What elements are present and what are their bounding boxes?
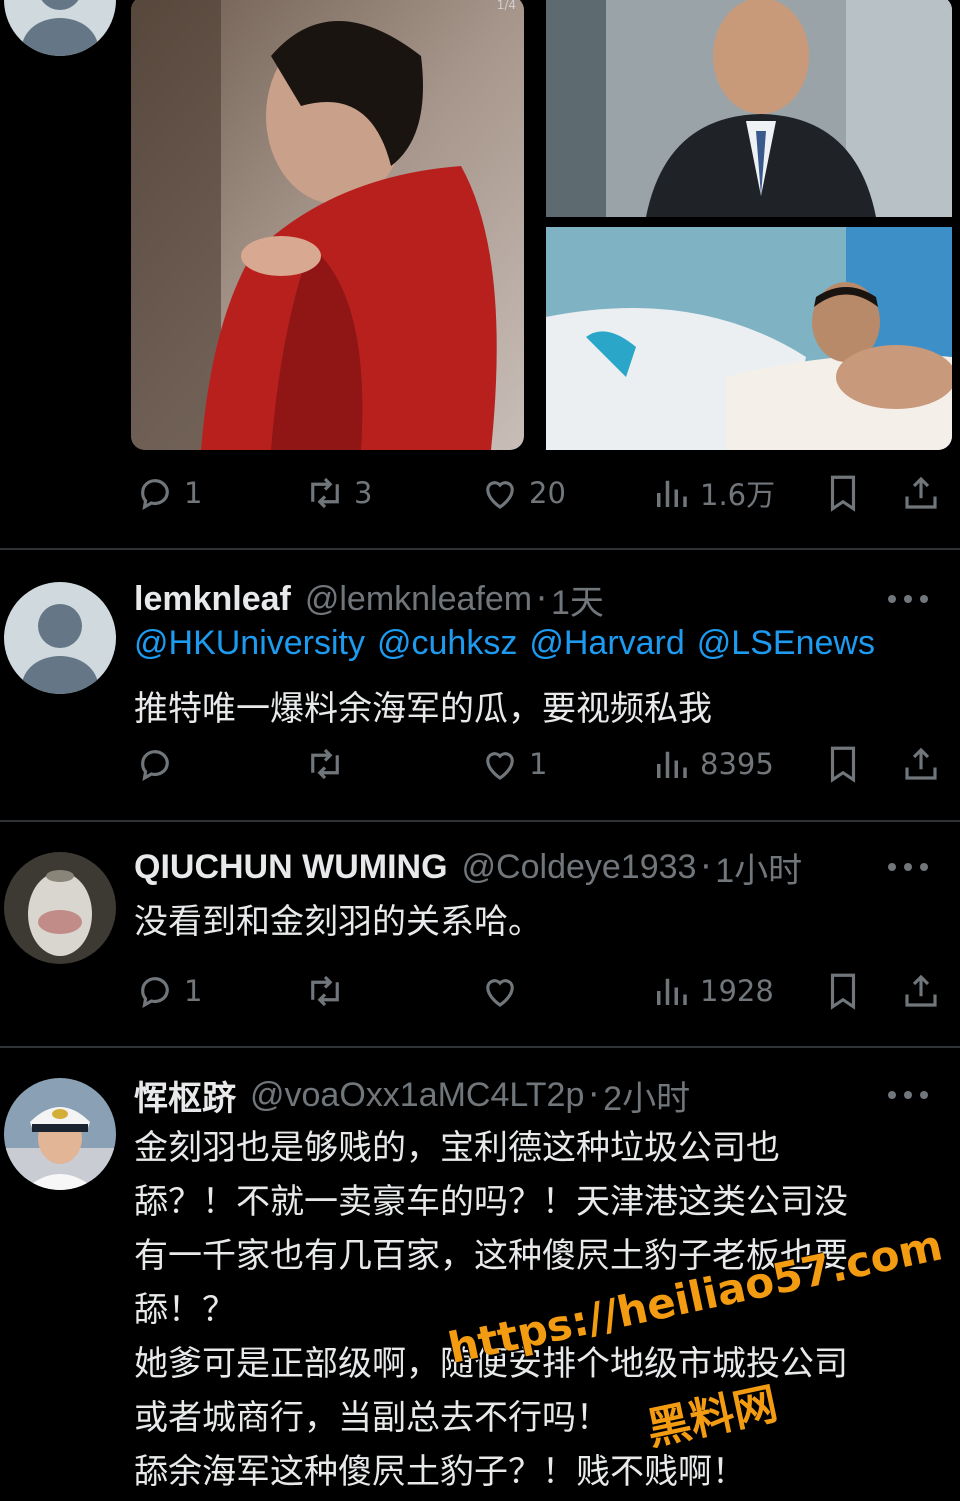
timestamp[interactable]: 2小时 (603, 1071, 690, 1120)
share-icon (905, 747, 937, 780)
tweet-text: 没看到和金刻羽的关系哈。 (134, 902, 542, 942)
separator: · (536, 579, 547, 619)
bookmark-icon (830, 973, 856, 1010)
mention-link[interactable]: @LSEnews (697, 624, 875, 662)
bookmark-icon (830, 746, 856, 783)
separator: · (588, 1075, 600, 1115)
timestamp[interactable]: 1天 (551, 575, 604, 624)
more-options-button[interactable] (888, 857, 928, 877)
mention-link[interactable]: @cuhksz (377, 624, 517, 662)
photo-woman-red-dress[interactable]: 1/4 (131, 0, 524, 450)
photo-man-in-suit[interactable] (546, 0, 952, 217)
heart-icon (486, 752, 514, 780)
heart-icon (486, 979, 514, 1007)
views-button[interactable]: 1.6万 (650, 470, 775, 516)
views-button[interactable]: 1928 (650, 968, 774, 1014)
bookmark-button[interactable] (822, 741, 864, 787)
display-name[interactable]: 恽枢跻 (134, 1071, 236, 1120)
reply-icon (141, 977, 169, 1009)
user-handle[interactable]: @lemknleafem (305, 580, 532, 619)
repost-button[interactable] (304, 968, 354, 1014)
views-chart-icon (657, 751, 687, 778)
tweet-header: 恽枢跻 @voaOxx1aMC4LT2p · 2小时 (134, 1071, 944, 1119)
reply-icon (141, 750, 169, 782)
media-count-badge: 1/4 (496, 0, 516, 12)
photo-man-in-bed[interactable] (546, 227, 952, 450)
share-button[interactable] (900, 741, 942, 787)
repost-icon (311, 975, 339, 1007)
tweet-actions: 1 3 20 1.6万 (134, 470, 944, 516)
more-options-button[interactable] (888, 589, 928, 609)
repost-button[interactable] (304, 741, 354, 787)
views-button[interactable]: 8395 (650, 741, 774, 787)
repost-icon (311, 477, 339, 509)
timestamp[interactable]: 1小时 (715, 843, 802, 892)
more-options-button[interactable] (888, 1085, 928, 1105)
tweet-header: lemknleaf @lemknleafem · 1天 (134, 575, 944, 623)
user-handle[interactable]: @Coldeye1933 (462, 848, 697, 887)
mention-link[interactable]: @Harvard (529, 624, 684, 662)
avatar[interactable] (4, 1078, 116, 1190)
display-name[interactable]: lemknleaf (134, 580, 291, 619)
bookmark-button[interactable] (822, 968, 864, 1014)
like-button[interactable]: 20 (479, 470, 566, 516)
heart-icon (486, 481, 514, 509)
bookmark-icon (830, 475, 856, 512)
share-button[interactable] (900, 968, 942, 1014)
tweet-actions: 1 8395 (134, 741, 944, 787)
repost-icon (311, 748, 339, 780)
like-button[interactable] (479, 968, 529, 1014)
reply-button[interactable] (134, 741, 184, 787)
avatar[interactable] (4, 582, 116, 694)
like-button[interactable]: 1 (479, 741, 547, 787)
views-chart-icon (657, 480, 687, 507)
user-handle[interactable]: @voaOxx1aMC4LT2p (250, 1076, 584, 1115)
display-name[interactable]: QIUCHUN WUMING (134, 848, 448, 887)
divider (0, 548, 960, 550)
tweet-header: QIUCHUN WUMING @Coldeye1933 · 1小时 (134, 843, 944, 891)
avatar[interactable] (4, 0, 116, 56)
mentions: @HKUniversity @cuhksz @Harvard @LSEnews (134, 624, 887, 663)
share-icon (905, 974, 937, 1007)
divider (0, 820, 960, 822)
reply-icon (141, 479, 169, 511)
tweet-text: 推特唯一爆料余海军的瓜，要视频私我 (134, 689, 712, 729)
views-chart-icon (657, 978, 687, 1005)
bookmark-button[interactable] (822, 470, 864, 516)
share-icon (905, 476, 937, 509)
separator: · (700, 847, 712, 887)
tweet-actions: 1 1928 (134, 968, 944, 1014)
repost-button[interactable]: 3 (304, 470, 372, 516)
share-button[interactable] (900, 470, 942, 516)
reply-button[interactable]: 1 (134, 470, 202, 516)
avatar[interactable] (4, 852, 116, 964)
mention-link[interactable]: @HKUniversity (134, 624, 365, 662)
divider (0, 1046, 960, 1048)
reply-button[interactable]: 1 (134, 968, 202, 1014)
